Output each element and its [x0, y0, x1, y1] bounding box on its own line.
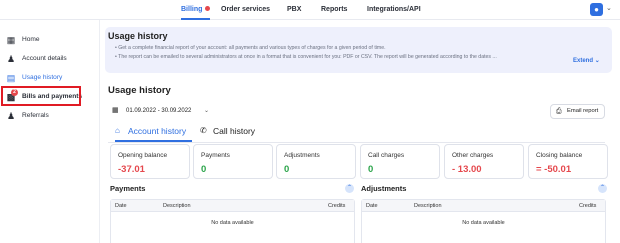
- table-header: Date Description Credits: [362, 200, 605, 212]
- empty-state: No data available: [462, 220, 505, 226]
- bank-icon: ⌂: [115, 126, 120, 135]
- banner-title: Usage history: [108, 31, 168, 41]
- email-report-button[interactable]: ⎙ Email report: [550, 104, 605, 119]
- tab-order-services[interactable]: Order services: [221, 0, 270, 20]
- dashboard-icon: ▦: [6, 35, 16, 45]
- adjustments-table: Date Description Credits No data availab…: [361, 199, 606, 243]
- person-icon: ♟: [6, 54, 16, 64]
- tab-reports[interactable]: Reports: [321, 0, 347, 20]
- summary-card-payments: Payments 0: [193, 144, 273, 179]
- document-icon: ▤: [6, 73, 16, 83]
- chevron-up-icon[interactable]: ⌃: [345, 184, 354, 193]
- chevron-down-icon: ⌄: [204, 108, 210, 114]
- summary-card-closing-balance: Closing balance = -50.01: [528, 144, 608, 179]
- tab-call-history[interactable]: ✆ Call history: [200, 124, 260, 142]
- summary-card-call-charges: Call charges 0: [360, 144, 440, 179]
- banner-text-line-2: • The report can be emailed to several a…: [115, 54, 497, 60]
- top-navigation: Billing Order services PBX Reports Integ…: [0, 0, 620, 20]
- printer-icon: ⎙: [556, 108, 562, 115]
- notification-dot: [205, 5, 211, 11]
- info-banner: Usage history • Get a complete financial…: [105, 27, 612, 73]
- page-title: Usage history: [108, 85, 171, 96]
- extend-button[interactable]: Extend ⌄: [573, 57, 600, 64]
- tab-account-history[interactable]: ⌂ Account history: [115, 124, 192, 142]
- tab-divider: [108, 142, 605, 143]
- banner-text-line-1: • Get a complete financial report of you…: [115, 45, 386, 51]
- adjustments-section-title: Adjustments: [361, 184, 407, 193]
- chevron-down-icon[interactable]: ⌄: [606, 4, 612, 12]
- tab-billing[interactable]: Billing: [181, 0, 211, 20]
- table-header: Date Description Credits: [111, 200, 354, 212]
- date-range-picker[interactable]: ▦ 01.09.2022 - 30.09.2022 ⌄: [108, 104, 214, 118]
- phone-icon: ✆: [200, 126, 207, 135]
- payments-section-title: Payments: [110, 184, 146, 193]
- summary-card-opening-balance: Opening balance -37.01: [110, 144, 190, 179]
- user-avatar-icon[interactable]: ●: [590, 3, 603, 16]
- sidebar: ▦ Home ♟ Account details ▤ Usage history…: [0, 20, 100, 243]
- highlight-box: [1, 86, 81, 106]
- tab-integrations-api[interactable]: Integrations/API: [367, 0, 421, 20]
- summary-card-adjustments: Adjustments 0: [276, 144, 356, 179]
- empty-state: No data available: [211, 220, 254, 226]
- app-window: { "topnav": { "tabs": [ {"label": "Billi…: [0, 0, 620, 243]
- calendar-icon: ▦: [112, 107, 119, 114]
- people-icon: ♟: [6, 111, 16, 121]
- tab-pbx[interactable]: PBX: [287, 0, 301, 20]
- summary-card-other-charges: Other charges - 13.00: [444, 144, 524, 179]
- chevron-down-icon: ⌄: [594, 58, 600, 64]
- payments-table: Date Description Credits No data availab…: [110, 199, 355, 243]
- chevron-up-icon[interactable]: ⌃: [598, 184, 607, 193]
